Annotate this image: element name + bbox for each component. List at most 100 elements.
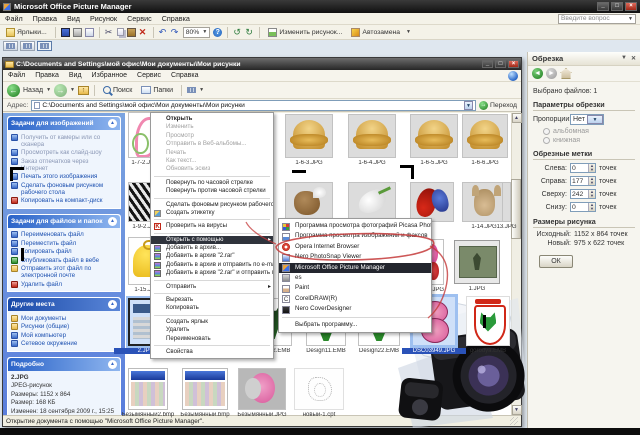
forward-history-icon[interactable]: ▼ — [70, 87, 75, 93]
rotate-right-icon[interactable]: ↻ — [245, 28, 254, 37]
toolbar-overflow-icon[interactable]: ▼ — [406, 29, 411, 35]
crop-mark-spinner[interactable]: 0▲▼ — [570, 163, 596, 173]
crop-mark[interactable] — [483, 315, 486, 328]
pm-close-button[interactable]: × — [625, 2, 637, 11]
views-dropdown-icon[interactable]: ▼ — [199, 87, 204, 93]
context-menu-item-2[interactable]: Просмотр — [151, 132, 273, 140]
context-menu-item-20[interactable]: Добавить в архив "2.rar" и отправить по … — [151, 269, 273, 277]
address-input[interactable]: C:\Documents and Settings\мой офис\Мои д… — [31, 100, 476, 111]
open-with-item-2[interactable]: Opera Internet Browser — [279, 242, 431, 252]
cut-icon[interactable]: ✂ — [105, 28, 114, 37]
pane-home-button[interactable] — [560, 68, 572, 79]
filmstrip-view-button[interactable] — [20, 41, 35, 51]
sidebar-item[interactable]: Просмотреть как слайд-шоу — [11, 149, 117, 156]
scroll-up-icon[interactable]: ▲ — [512, 113, 522, 123]
explorer-menu-item-2[interactable]: Вид — [64, 72, 87, 79]
pane-close-icon[interactable]: ✕ — [631, 55, 636, 62]
sidebar-item[interactable]: Отправить этот файл по электронной почте — [11, 265, 117, 279]
sidebar-item[interactable]: Заказ отпечатков через Интернет — [11, 158, 117, 172]
autocorrect-button[interactable]: Автозамена — [348, 26, 403, 39]
context-menu-item-18[interactable]: Добавить в архив "2.rar" — [151, 252, 273, 260]
sidebar-panel-header[interactable]: Другие места▲ — [8, 298, 120, 311]
sidebar-item[interactable]: Переместить файл — [11, 240, 117, 247]
pm-menu-item-3[interactable]: Рисунок — [85, 14, 122, 23]
open-with-item-6[interactable]: Paint — [279, 283, 431, 293]
back-button[interactable]: ← — [7, 84, 20, 97]
redo-icon[interactable]: ↷ — [171, 28, 180, 37]
paste-icon[interactable] — [127, 28, 136, 37]
copy-icon[interactable] — [117, 28, 124, 36]
delete-icon[interactable]: ✕ — [139, 28, 148, 37]
open-with-item-5[interactable]: es — [279, 273, 431, 283]
pm-menu-item-0[interactable]: Файл — [0, 14, 28, 23]
context-menu-item-1[interactable]: Изменить — [151, 123, 273, 131]
crop-mark[interactable] — [292, 170, 306, 173]
thumbnail-view-button[interactable] — [3, 41, 18, 51]
context-menu-item-11[interactable]: Сделать фоновым рисунком рабочего стола — [151, 201, 273, 209]
crop-mark-spinner[interactable]: 177▲▼ — [570, 176, 596, 186]
crop-mark[interactable] — [411, 165, 414, 179]
save-icon[interactable] — [61, 28, 70, 37]
open-with-item-7[interactable]: CCorelDRAW(R) — [279, 294, 431, 304]
context-menu-item-25[interactable]: Копировать — [151, 304, 273, 312]
explorer-menu-item-4[interactable]: Сервис — [132, 72, 166, 79]
open-with-item-1[interactable]: Программа просмотра изображений и факсов — [279, 231, 431, 241]
explorer-title-bar[interactable]: C:\Documents and Settings\мой офис\Мои д… — [3, 58, 521, 70]
panel-collapse-icon[interactable]: ▲ — [108, 217, 117, 226]
explorer-menu-item-5[interactable]: Справка — [166, 72, 203, 79]
context-menu-item-17[interactable]: Добавить в архив... — [151, 244, 273, 252]
pane-forward-button[interactable]: ► — [546, 68, 557, 79]
context-menu-item-31[interactable]: Свойства — [151, 348, 273, 356]
sidebar-item[interactable]: Копировать на компакт-диск — [11, 197, 117, 204]
spinner-arrows-icon[interactable]: ▲▼ — [588, 203, 595, 211]
print-preview-icon[interactable] — [85, 28, 94, 37]
open-with-item-8[interactable]: Nero CoverDesigner — [279, 304, 431, 314]
pm-menu-item-4[interactable]: Сервис — [122, 14, 157, 23]
pane-back-button[interactable]: ◄ — [532, 68, 543, 79]
help-icon[interactable]: ? — [213, 28, 222, 37]
sidebar-item[interactable]: Копировать файл — [11, 248, 117, 255]
explorer-close-button[interactable]: × — [508, 60, 519, 68]
ok-button[interactable]: ОК — [539, 255, 573, 268]
scrollbar-thumb[interactable] — [511, 179, 521, 239]
portrait-radio[interactable] — [543, 137, 550, 144]
address-dropdown-icon[interactable]: ▼ — [464, 101, 473, 110]
context-menu-item-14[interactable]: KПроверить на вирусы — [151, 222, 273, 230]
views-icon[interactable] — [187, 87, 196, 93]
sidebar-panel-header[interactable]: Задачи для изображений▲ — [8, 117, 120, 130]
sidebar-panel-header[interactable]: Подробно▲ — [8, 358, 120, 371]
sidebar-item[interactable]: Сетевое окружение — [11, 340, 117, 347]
open-with-item-10[interactable]: Выбрать программу... — [279, 320, 431, 330]
context-menu-item-29[interactable]: Переименовать — [151, 335, 273, 343]
print-icon[interactable] — [73, 28, 82, 37]
spinner-arrows-icon[interactable]: ▲▼ — [588, 190, 595, 198]
spinner-arrows-icon[interactable]: ▲▼ — [588, 164, 595, 172]
crop-mark[interactable] — [21, 248, 24, 261]
undo-icon[interactable]: ↶ — [159, 28, 168, 37]
context-menu-item-5[interactable]: Как текст... — [151, 157, 273, 165]
explorer-menu-item-0[interactable]: Файл — [3, 72, 30, 79]
sidebar-item[interactable]: Печать этого изображения — [11, 173, 117, 180]
context-menu-item-19[interactable]: Добавить в архив и отправить по e-mail..… — [151, 261, 273, 269]
open-with-item-0[interactable]: Программа просмотра фотографий Picasa Ph… — [279, 221, 431, 231]
explorer-menu-item-1[interactable]: Правка — [30, 72, 64, 79]
context-menu-item-22[interactable]: Отправить▸ — [151, 283, 273, 291]
context-menu-item-28[interactable]: Удалить — [151, 326, 273, 334]
explorer-maximize-button[interactable]: □ — [495, 60, 506, 68]
spinner-arrows-icon[interactable]: ▲▼ — [588, 177, 595, 185]
pm-minimize-button[interactable]: _ — [597, 2, 609, 11]
pm-menu-item-5[interactable]: Справка — [157, 14, 195, 23]
sidebar-item[interactable]: Получить от камеры или со сканера — [11, 134, 117, 148]
context-menu-item-8[interactable]: Повернуть по часовой стрелке — [151, 179, 273, 187]
sidebar-item[interactable]: Опубликовать файл в вебе — [11, 257, 117, 264]
pm-maximize-button[interactable]: □ — [611, 2, 623, 11]
sidebar-item[interactable]: Сделать фоновым рисунком рабочего стола — [11, 182, 117, 196]
edit-picture-button[interactable]: Изменить рисунок... — [265, 26, 345, 39]
context-menu-item-0[interactable]: Открыть — [151, 115, 273, 123]
context-menu-item-9[interactable]: Повернуть против часовой стрелки — [151, 187, 273, 195]
sidebar-item[interactable]: Удалить файл — [11, 281, 117, 288]
context-menu-item-16[interactable]: Открыть с помощью▸ — [151, 236, 273, 244]
open-with-item-3[interactable]: Nero PhotoSnap Viewer — [279, 252, 431, 262]
sidebar-panel-header[interactable]: Задачи для файлов и папок▲ — [8, 215, 120, 228]
shortcuts-button[interactable]: Ярлыки... — [3, 26, 50, 39]
